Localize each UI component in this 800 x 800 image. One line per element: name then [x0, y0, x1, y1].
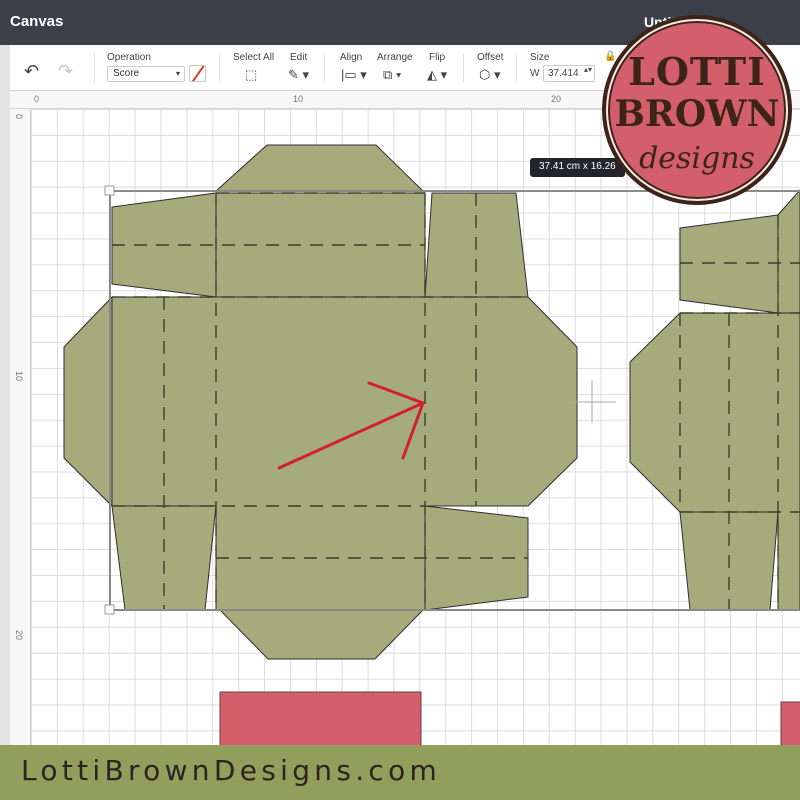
- logo-text-line2: BROWN: [614, 93, 780, 135]
- offset-label: Offset: [477, 52, 504, 63]
- width-value: 37.414: [548, 68, 579, 79]
- website-url: LottiBrownDesigns.com: [21, 754, 442, 787]
- ruler-label: 10: [293, 94, 304, 104]
- edit-icon[interactable]: ✎ ▾: [288, 67, 309, 83]
- pink-shape[interactable]: [780, 701, 800, 745]
- offset-icon[interactable]: ⬡ ▾: [479, 67, 501, 83]
- selection-handle-bottom-left[interactable]: [104, 604, 115, 615]
- toolbar-divider: [219, 53, 220, 83]
- logo-badge: LOTTI BROWN designs: [606, 19, 788, 201]
- crosshair-icon: [572, 380, 616, 423]
- select-all-label: Select All: [233, 52, 275, 63]
- template-panel: [214, 144, 425, 192]
- size-label: Size: [530, 52, 550, 63]
- template-panel: [679, 214, 779, 314]
- logo-text-line3: designs: [639, 141, 755, 176]
- flip-icon[interactable]: ◭ ▾: [427, 67, 447, 83]
- vertical-ruler: 0 10 20: [10, 109, 31, 745]
- arrange-label: Arrange: [377, 52, 413, 63]
- design-canvas[interactable]: [31, 109, 800, 745]
- undo-icon[interactable]: ↶: [24, 61, 39, 82]
- width-stepper-icon[interactable]: ▴▾: [584, 66, 592, 74]
- ruler-label: 0: [34, 94, 40, 104]
- selection-handle-top-left[interactable]: [104, 185, 115, 196]
- chevron-down-icon: ▾: [175, 69, 180, 78]
- align-icon[interactable]: |▭ ▾: [341, 67, 367, 83]
- ruler-label: 0: [14, 114, 24, 120]
- width-label: W: [530, 68, 540, 79]
- arrange-icon[interactable]: ⧉ ▾: [383, 67, 401, 83]
- edit-label: Edit: [290, 52, 308, 63]
- left-panel-edge: [0, 45, 10, 745]
- ruler-label: 20: [551, 94, 562, 104]
- app-title: Canvas: [10, 13, 64, 30]
- operation-value: Score: [113, 68, 140, 79]
- operation-label: Operation: [107, 52, 151, 63]
- select-all-icon[interactable]: ⬚: [245, 67, 257, 83]
- toolbar-divider: [516, 53, 517, 83]
- pink-shape[interactable]: [219, 691, 422, 745]
- logo-text-line1: LOTTI: [628, 49, 766, 94]
- template-panel: [777, 189, 800, 321]
- box-template[interactable]: [63, 144, 800, 660]
- canvas-drawing: [63, 144, 800, 745]
- flip-label: Flip: [429, 52, 446, 63]
- ruler-label: 10: [14, 371, 24, 382]
- footer-banner: LottiBrownDesigns.com: [0, 745, 800, 800]
- toolbar-divider: [463, 53, 464, 83]
- operation-select[interactable]: Score ▾: [107, 66, 185, 82]
- ruler-label: 20: [14, 630, 24, 641]
- width-input[interactable]: 37.414 ▴▾: [543, 65, 595, 82]
- toolbar-divider: [324, 53, 325, 83]
- redo-icon[interactable]: ↷: [58, 61, 73, 82]
- brand-logo: LOTTI BROWN designs: [602, 15, 792, 205]
- template-panel: [218, 609, 425, 660]
- toolbar-divider: [94, 53, 95, 83]
- operation-color-swatch[interactable]: [189, 65, 206, 82]
- align-label: Align: [340, 52, 363, 63]
- template-panel: [63, 295, 113, 508]
